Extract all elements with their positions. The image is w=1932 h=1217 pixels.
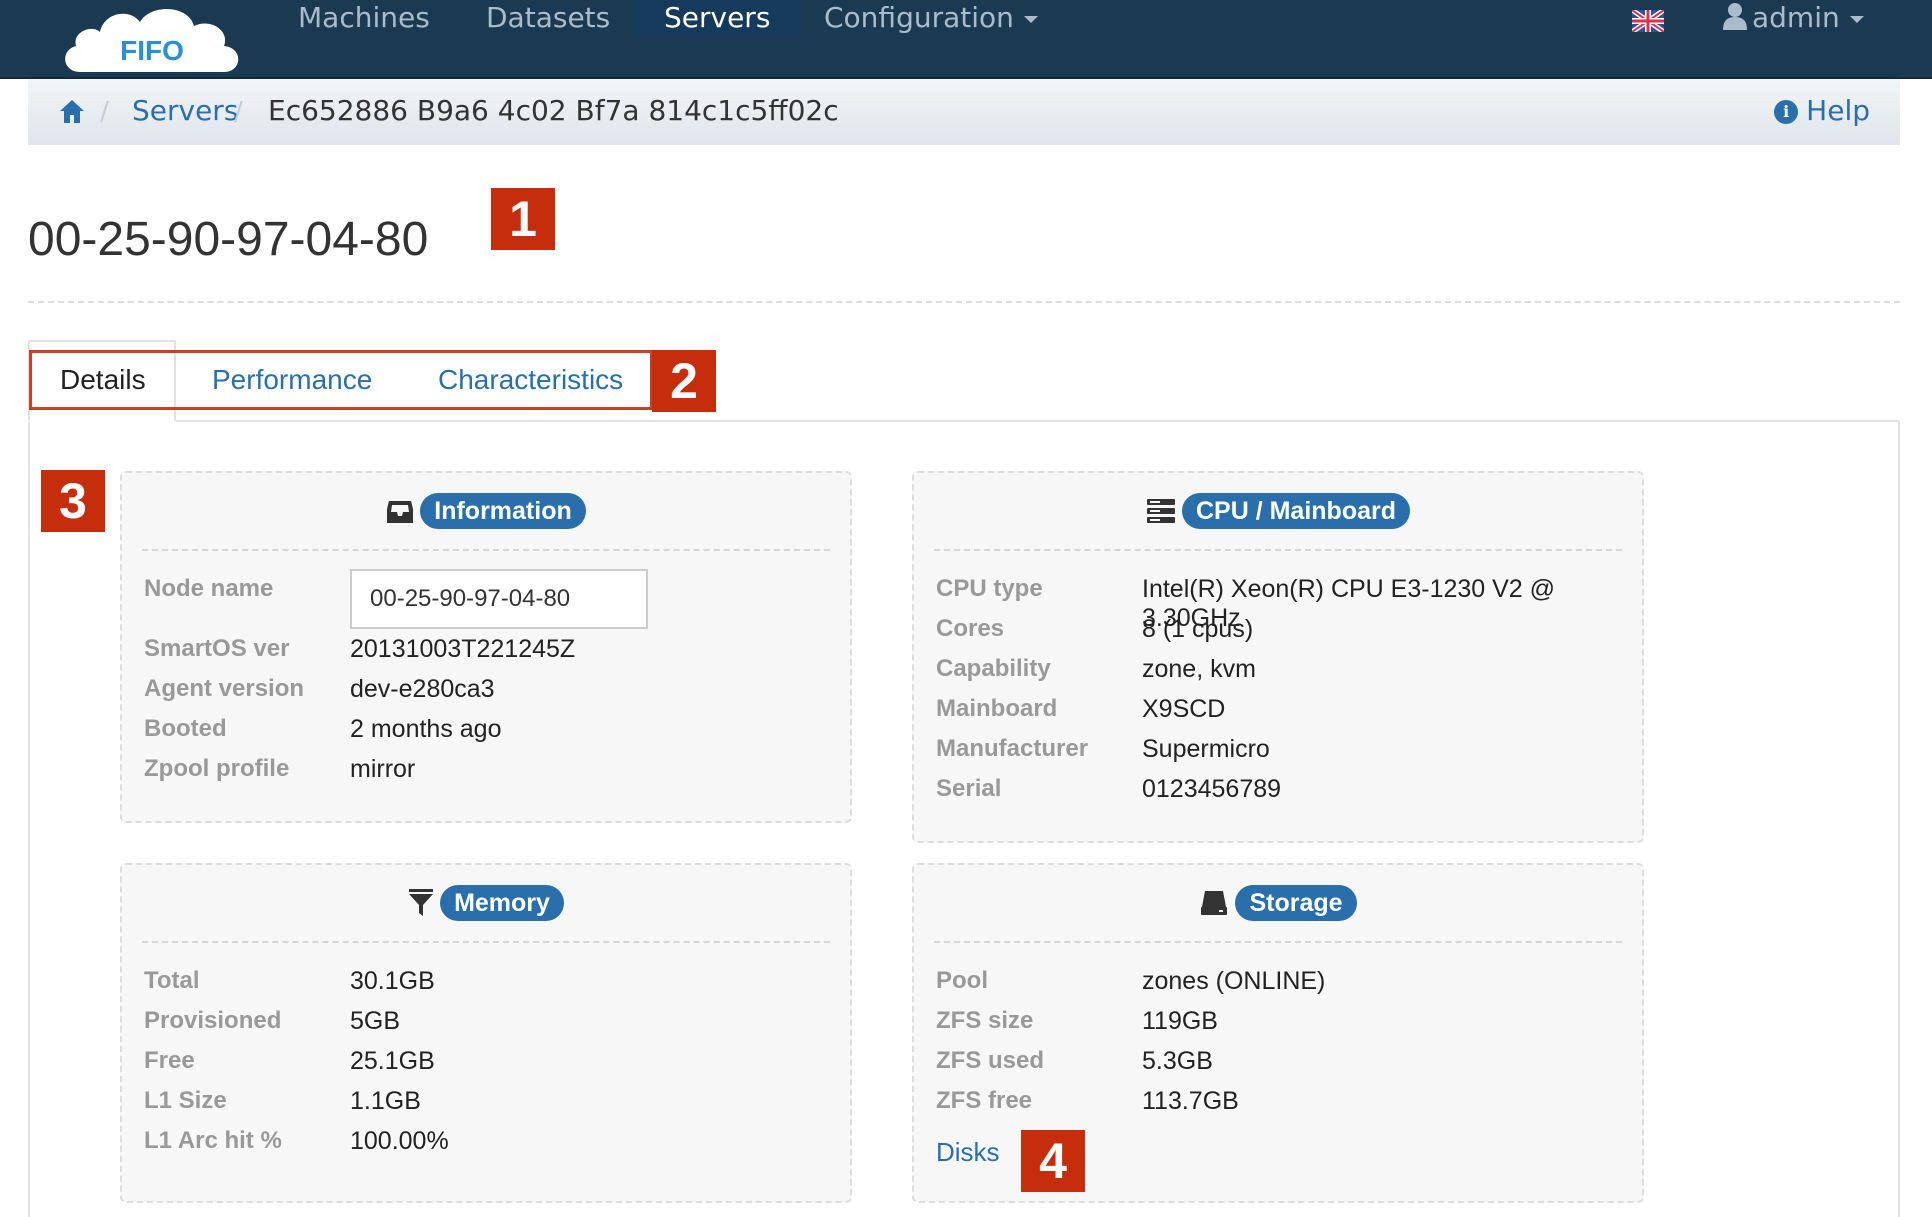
breadcrumb-current: Ec652886 B9a6 4c02 Bf7a 814c1c5ff02c [268,94,839,127]
chevron-down-icon [1849,15,1864,23]
information-panel: Information Node name SmartOS ver 201310… [120,471,852,823]
label-agent-version: Agent version [144,675,305,702]
value-cores: 8 (1 cpus) [1142,615,1254,643]
value-zpool-profile: mirror [350,755,416,783]
storage-title: Storage [1235,885,1357,921]
value-capability: zone, kvm [1142,655,1256,683]
user-icon [1723,3,1747,30]
label-smartos-ver: SmartOS ver [144,635,290,662]
memory-panel-header: Memory [122,885,850,921]
label-cpu-type: CPU type [936,575,1043,602]
label-l1-size: L1 Size [144,1087,227,1114]
tab-characteristics[interactable]: Characteristics [438,364,623,396]
information-title: Information [420,493,586,529]
disks-link[interactable]: Disks [936,1137,1000,1168]
cpu-title: CPU / Mainboard [1181,493,1410,529]
nav-machines[interactable]: Machines [268,0,460,39]
label-cores: Cores [936,615,1005,642]
inbox-icon [387,501,414,523]
annotation-marker-1: 1 [491,188,555,250]
label-l1-arc-hit: L1 Arc hit % [144,1127,282,1154]
hard-drive-icon [1201,891,1228,915]
title-divider [28,301,1900,303]
breadcrumb-separator: / [234,97,243,127]
memory-title: Memory [440,885,564,921]
label-booted: Booted [144,715,227,742]
value-agent-version: dev-e280ca3 [350,675,495,703]
label-total: Total [144,967,200,994]
panel-divider [934,549,1622,551]
value-free: 25.1GB [350,1047,435,1075]
top-navbar: FIFO Machines Datasets Servers Configura… [0,0,1932,79]
value-provisioned: 5GB [350,1007,401,1035]
breadcrumb-servers-link[interactable]: Servers [132,94,238,127]
panel-divider [142,549,830,551]
nav-datasets[interactable]: Datasets [456,0,640,39]
panel-divider [142,941,830,943]
info-icon: i [1774,100,1799,124]
help-label: Help [1806,94,1870,127]
label-manufacturer: Manufacturer [936,735,1089,762]
value-smartos-ver: 20131003T221245Z [350,635,576,663]
nav-servers[interactable]: Servers [634,0,801,39]
value-l1-arc-hit: 100.00% [350,1127,449,1155]
value-total: 30.1GB [350,967,435,995]
page-title: 00-25-90-97-04-80 [28,213,429,266]
label-pool: Pool [936,967,988,994]
server-stack-icon [1146,499,1175,523]
logo-text: FIFO [120,35,184,66]
cpu-mainboard-panel: CPU / Mainboard CPU type Intel(R) Xeon(R… [912,471,1644,843]
tab-performance[interactable]: Performance [212,364,372,396]
help-link[interactable]: i Help [1774,94,1870,127]
filter-icon [409,889,434,916]
annotation-marker-4: 4 [1021,1130,1085,1192]
label-capability: Capability [936,655,1051,682]
value-l1-size: 1.1GB [350,1087,421,1115]
home-icon[interactable] [58,97,86,125]
panel-divider [934,941,1622,943]
node-name-input[interactable] [350,569,648,629]
breadcrumb: / Servers / Ec652886 B9a6 4c02 Bf7a 814c… [28,79,1900,145]
value-mainboard: X9SCD [1142,695,1226,723]
nav-configuration[interactable]: Configuration [794,0,1068,39]
label-zfs-free: ZFS free [936,1087,1033,1114]
label-mainboard: Mainboard [936,695,1058,722]
label-free: Free [144,1047,195,1074]
storage-panel-header: Storage [914,885,1642,921]
label-node-name: Node name [144,575,274,602]
value-manufacturer: Supermicro [1142,735,1270,763]
user-menu[interactable]: admin [1722,0,1864,36]
value-zfs-free: 113.7GB [1142,1087,1239,1115]
nav-configuration-label: Configuration [824,1,1014,34]
tab-details[interactable]: Details [60,364,146,396]
cpu-panel-header: CPU / Mainboard [914,493,1642,529]
value-serial: 0123456789 [1142,775,1282,803]
annotation-marker-3: 3 [41,470,105,532]
user-name: admin [1752,1,1840,34]
label-zfs-size: ZFS size [936,1007,1034,1034]
chevron-down-icon [1023,15,1038,23]
label-provisioned: Provisioned [144,1007,282,1034]
memory-panel: Memory Total 30.1GB Provisioned 5GB Free… [120,863,852,1203]
label-zfs-used: ZFS used [936,1047,1045,1074]
fifo-logo[interactable]: FIFO [60,2,244,76]
breadcrumb-separator: / [100,97,109,127]
uk-flag-icon[interactable] [1632,10,1664,32]
information-panel-header: Information [122,493,850,529]
value-booted: 2 months ago [350,715,502,743]
label-serial: Serial [936,775,1002,802]
label-zpool-profile: Zpool profile [144,755,290,782]
value-pool: zones (ONLINE) [1142,967,1326,995]
value-zfs-used: 5.3GB [1142,1047,1213,1075]
value-zfs-size: 119GB [1142,1007,1218,1035]
annotation-marker-2: 2 [652,350,716,412]
